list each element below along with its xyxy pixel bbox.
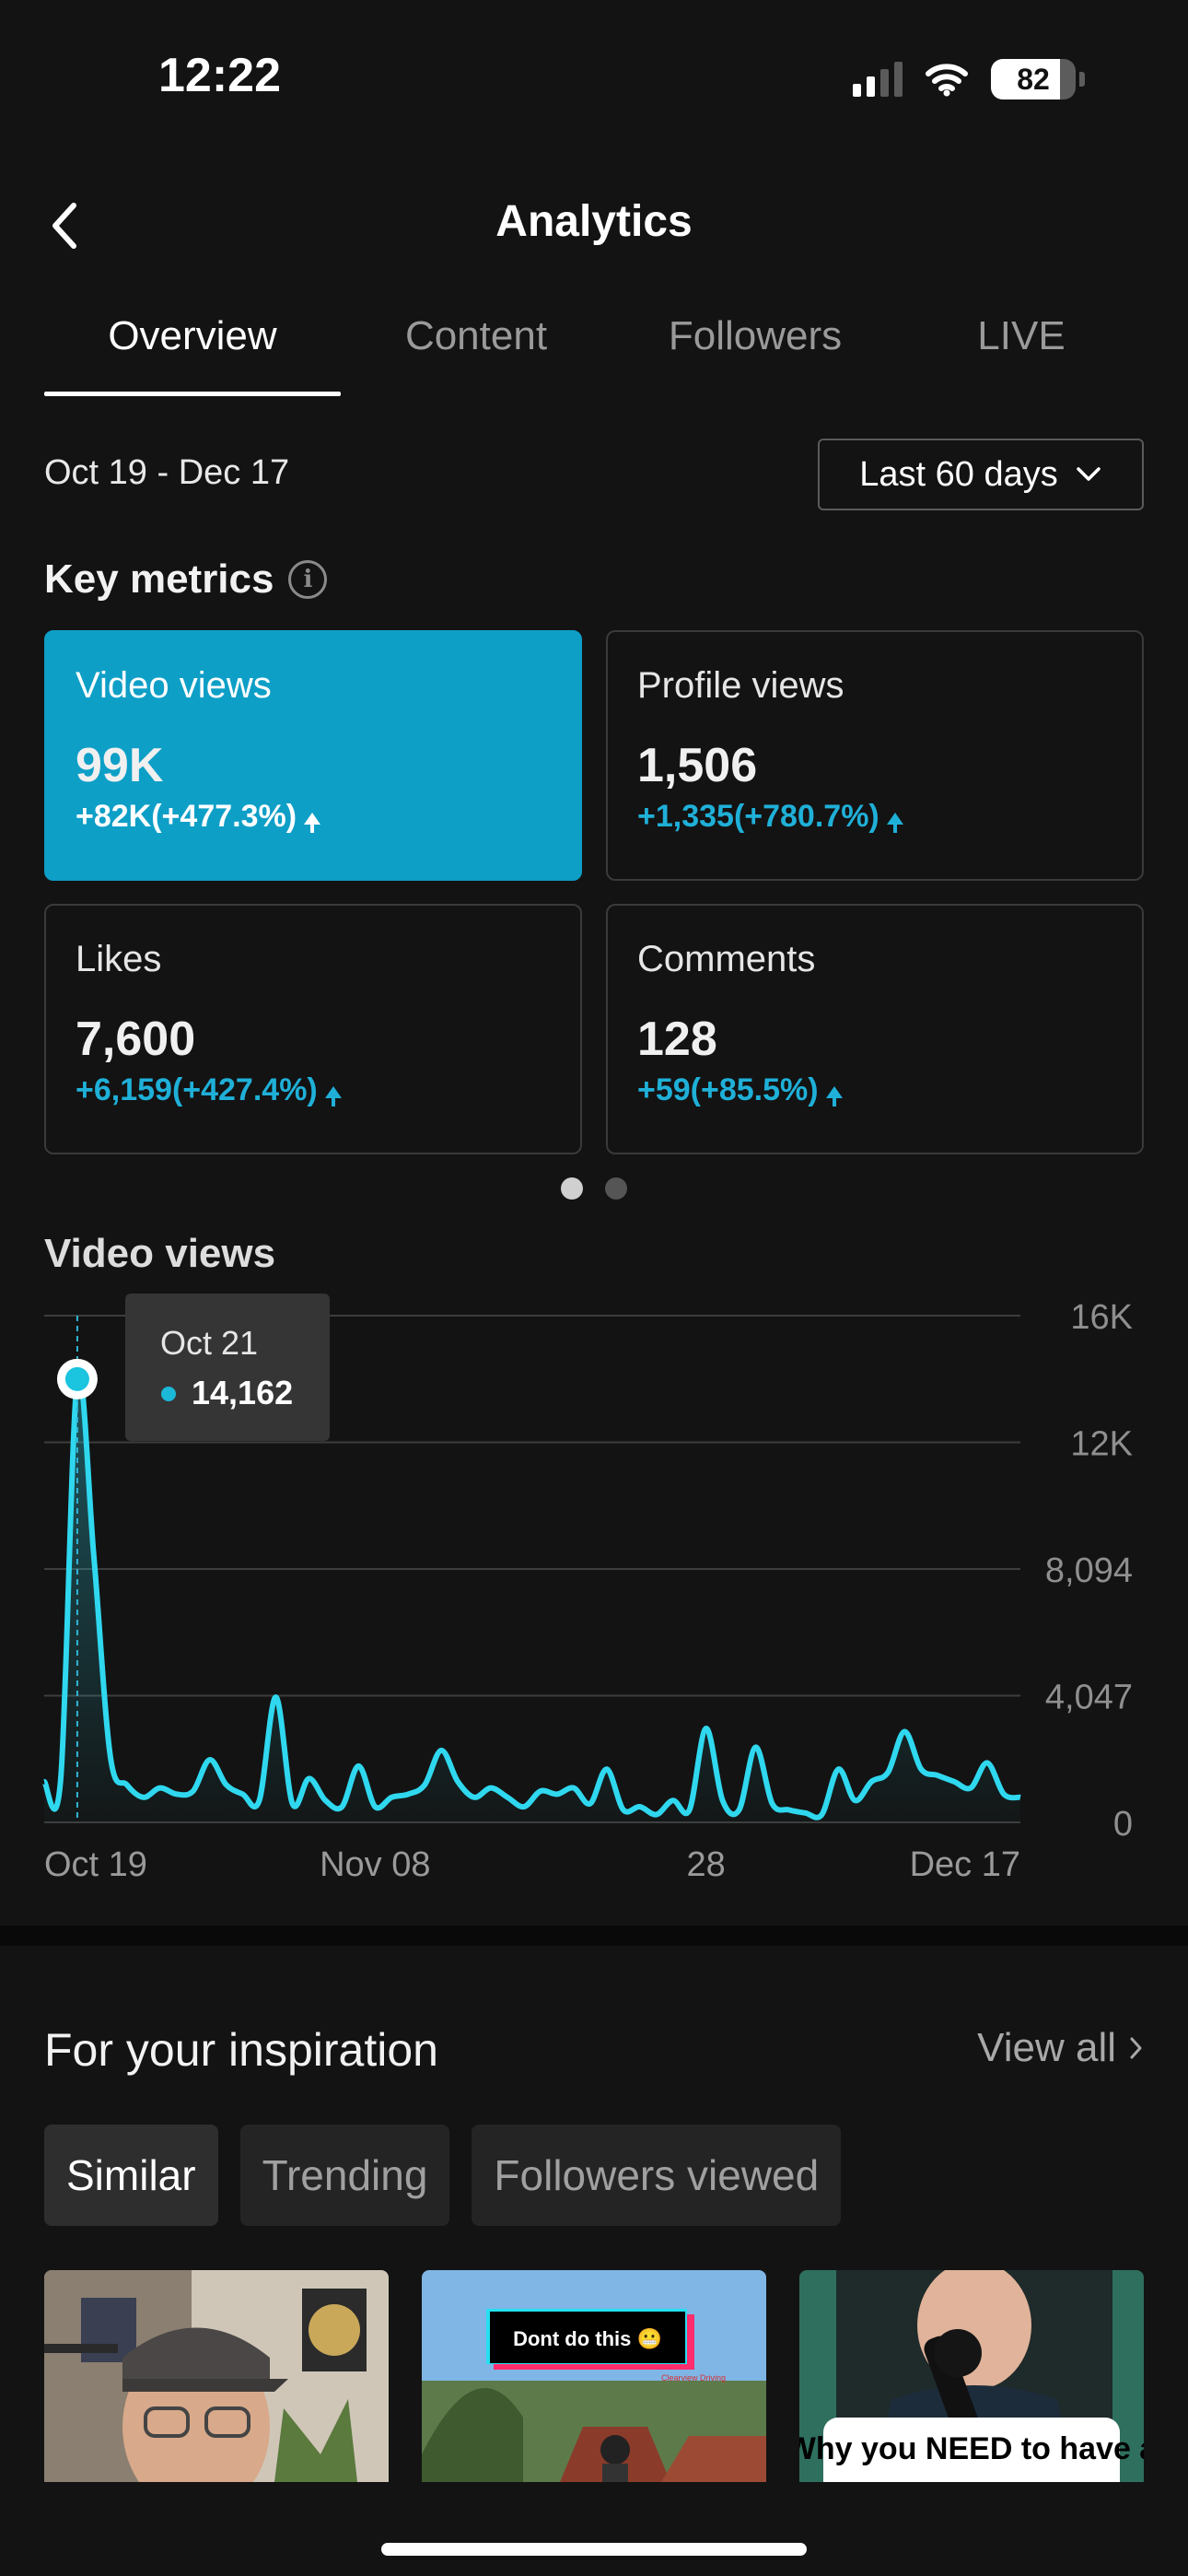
video-views-chart-svg: 16K 12K 8,094 4,047 0 Oct 19 Nov 08 28 Dec 17 Oct…: [41, 1294, 1133, 1884]
period-selector-label: Last 60 days: [859, 454, 1058, 494]
battery-icon: 82: [991, 59, 1076, 100]
page-dot[interactable]: [561, 1177, 583, 1200]
inspiration-filter-chips: Similar Trending Followers viewed: [44, 2125, 842, 2226]
metric-value: 1,506: [637, 739, 758, 792]
x-tick-label: 28: [687, 1845, 726, 1884]
view-all-link[interactable]: View all: [977, 2025, 1144, 2071]
arrow-up-icon: [304, 813, 321, 833]
metric-change-text: +59(+85.5%): [637, 1072, 819, 1107]
home-indicator[interactable]: [381, 2543, 807, 2556]
metric-label: Profile views: [637, 665, 844, 706]
inspiration-title: For your inspiration: [44, 2024, 438, 2076]
tooltip-series-dot: [161, 1387, 176, 1401]
thumbnail-caption: Dont do this 😬: [513, 2327, 662, 2350]
metric-label: Video views: [76, 665, 272, 706]
metric-change: +6,159(+427.4%): [76, 1072, 551, 1108]
tab-label: Content: [404, 313, 548, 358]
x-tick-label: Oct 19: [44, 1845, 147, 1884]
thumbnail-image: Dont do this 😬 Clearview Driving: [422, 2270, 766, 2482]
metric-card-profile-views[interactable]: Profile views 1,506 +1,335(+780.7%): [606, 630, 1144, 881]
x-tick-label: Dec 17: [910, 1845, 1020, 1884]
metric-change: +1,335(+780.7%): [637, 799, 1112, 835]
tooltip-box: [125, 1294, 330, 1441]
chip-followers-viewed[interactable]: Followers viewed: [472, 2125, 842, 2226]
chip-trending[interactable]: Trending: [239, 2125, 450, 2226]
cellular-signal-icon: [853, 62, 903, 97]
analytics-tabs: Overview Content Followers LIVE: [44, 313, 1144, 396]
period-selector[interactable]: Last 60 days: [818, 439, 1144, 510]
arrow-up-icon: [324, 1086, 342, 1107]
y-tick-label: 4,047: [1045, 1679, 1133, 1717]
battery-percentage: 82: [1017, 63, 1050, 96]
metric-card-comments[interactable]: Comments 128 +59(+85.5%): [606, 904, 1144, 1154]
battery-cap: [1079, 72, 1085, 87]
metric-change-text: +1,335(+780.7%): [637, 799, 879, 834]
view-all-label: View all: [977, 2025, 1116, 2070]
metric-card-likes[interactable]: Likes 7,600 +6,159(+427.4%): [44, 904, 582, 1154]
arrow-up-icon: [825, 1086, 843, 1107]
tab-overview[interactable]: Overview: [44, 313, 341, 396]
video-thumbnail[interactable]: Dont do this 😬 Clearview Driving: [422, 2270, 766, 2482]
video-views-chart[interactable]: 16K 12K 8,094 4,047 0 Oct 19 Nov 08 28 Dec 17 Oct…: [0, 1290, 1188, 1889]
metric-change: +82K(+477.3%): [76, 799, 551, 835]
metric-label: Likes: [76, 939, 162, 979]
tab-label: Overview: [108, 313, 277, 358]
tooltip-date: Oct 21: [160, 1324, 258, 1362]
wifi-icon: [926, 64, 968, 97]
metric-value: 128: [637, 1013, 717, 1066]
metric-value: 99K: [76, 739, 164, 792]
thumbnail-caption: Why you NEED to have a: [799, 2431, 1144, 2466]
status-indicators: 82: [853, 59, 1085, 100]
chevron-down-icon: [1076, 467, 1101, 481]
date-range: Oct 19 - Dec 17: [44, 453, 290, 492]
tab-live[interactable]: LIVE: [899, 313, 1144, 396]
y-tick-label: 16K: [1070, 1298, 1133, 1337]
chip-similar[interactable]: Similar: [44, 2125, 218, 2226]
tab-content[interactable]: Content: [341, 313, 611, 396]
info-icon[interactable]: i: [288, 560, 328, 599]
thumbnail-image: Why you NEED to have a: [799, 2270, 1144, 2482]
section-divider: [0, 1926, 1188, 1946]
metrics-page-indicator[interactable]: [0, 1177, 1188, 1200]
chevron-right-icon: [1130, 2037, 1142, 2059]
tab-label: Followers: [668, 313, 843, 358]
metric-change-text: +82K(+477.3%): [76, 799, 297, 834]
thumbnail-watermark: Clearview Driving: [661, 2373, 726, 2383]
key-metrics-title: Key metrics: [44, 556, 274, 602]
video-views-title: Video views: [44, 1231, 276, 1276]
status-time: 12:22: [158, 49, 281, 102]
x-tick-label: Nov 08: [320, 1845, 430, 1884]
tab-label: LIVE: [977, 313, 1066, 358]
metric-change-text: +6,159(+427.4%): [76, 1072, 318, 1107]
tab-followers[interactable]: Followers: [611, 313, 899, 396]
key-metrics-heading: Key metrics i: [44, 556, 328, 603]
video-thumbnail[interactable]: Why you NEED to have a: [799, 2270, 1144, 2482]
tooltip-value: 14,162: [192, 1374, 293, 1411]
metric-card-video-views[interactable]: Video views 99K +82K(+477.3%): [44, 630, 582, 881]
metric-change: +59(+85.5%): [637, 1072, 1112, 1108]
video-thumbnail[interactable]: [44, 2270, 389, 2482]
arrow-up-icon: [886, 813, 903, 833]
y-tick-label: 0: [1113, 1805, 1133, 1844]
metric-label: Comments: [637, 939, 816, 979]
page-dot[interactable]: [605, 1177, 627, 1200]
page-title: Analytics: [495, 197, 693, 246]
metric-value: 7,600: [76, 1013, 196, 1066]
y-tick-label: 12K: [1070, 1425, 1133, 1464]
y-tick-label: 8,094: [1045, 1551, 1133, 1590]
thumbnail-image: [44, 2270, 389, 2482]
tooltip-marker: [64, 1366, 89, 1391]
